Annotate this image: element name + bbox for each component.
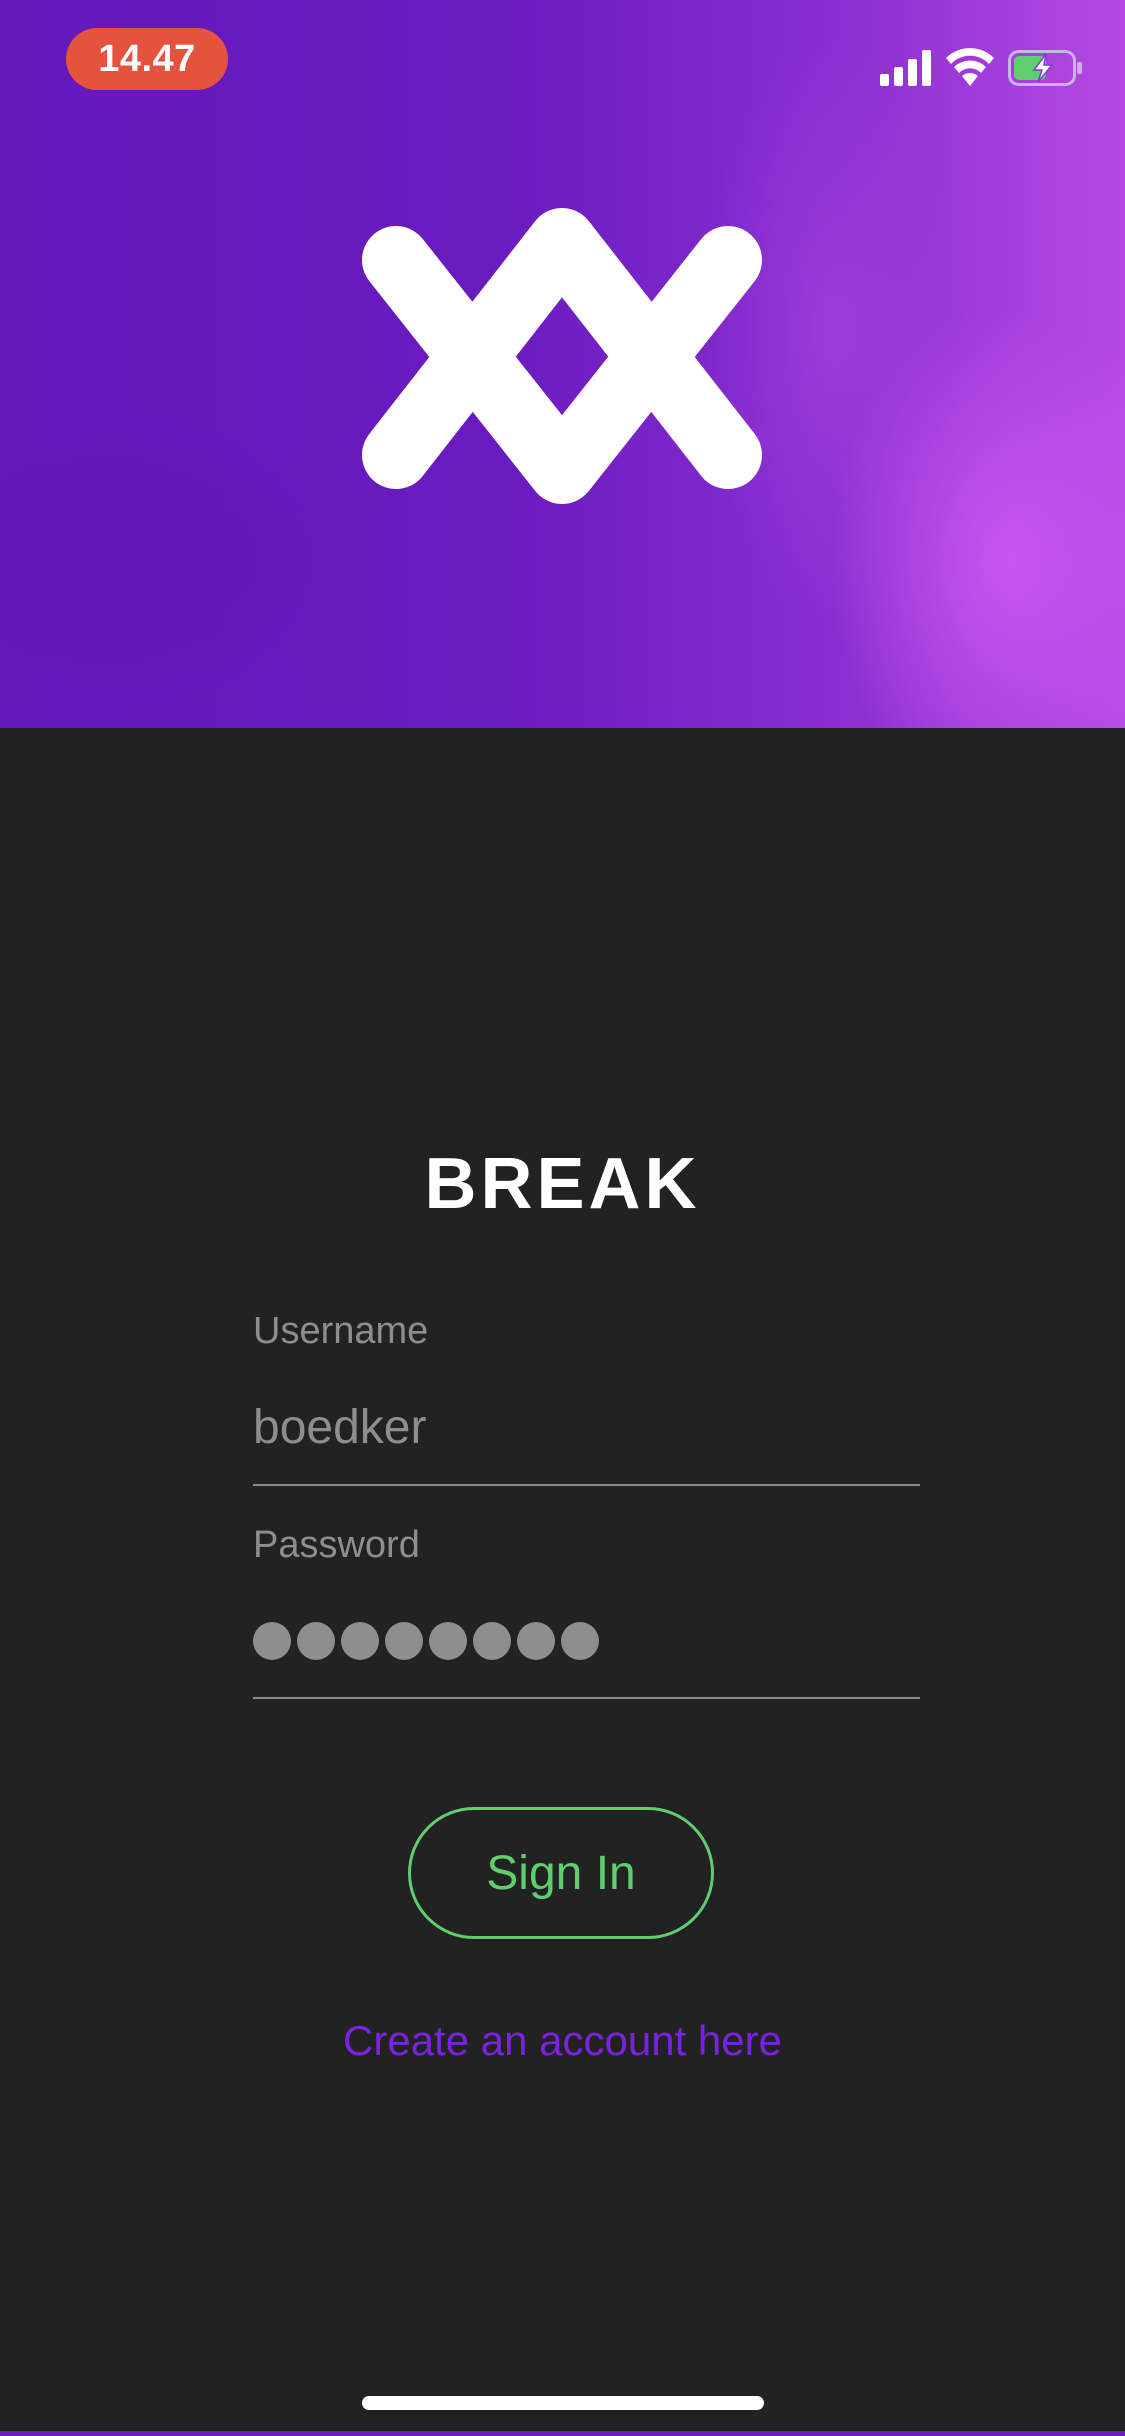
password-mask-dot [341,1622,379,1660]
login-panel [0,728,1125,2436]
break-x-logo-icon [362,208,762,504]
password-mask-dot [385,1622,423,1660]
bottom-edge-strip [0,2431,1125,2436]
password-underline [253,1697,920,1699]
battery-charging-icon [1008,50,1082,86]
brand-wordmark: BREAK [424,1144,701,1224]
password-field[interactable] [253,1620,599,1662]
sign-in-button[interactable]: Sign In [408,1807,714,1939]
username-underline [253,1484,920,1486]
password-mask-dot [473,1622,511,1660]
password-mask-dot [517,1622,555,1660]
password-mask-dot [561,1622,599,1660]
password-mask-dot [297,1622,335,1660]
username-label: Username [253,1310,429,1352]
home-indicator[interactable] [362,2396,764,2410]
create-account-link[interactable]: Create an account here [0,2016,1125,2066]
hero-banner: 14.47 [0,0,1125,728]
password-mask-dot [429,1622,467,1660]
wifi-icon [946,48,994,86]
password-mask-dot [253,1622,291,1660]
signal-icon [880,50,931,86]
status-time: 14.47 [66,28,228,90]
status-bar: 14.47 [0,0,1125,130]
username-field[interactable] [253,1382,920,1472]
password-label: Password [253,1524,420,1566]
